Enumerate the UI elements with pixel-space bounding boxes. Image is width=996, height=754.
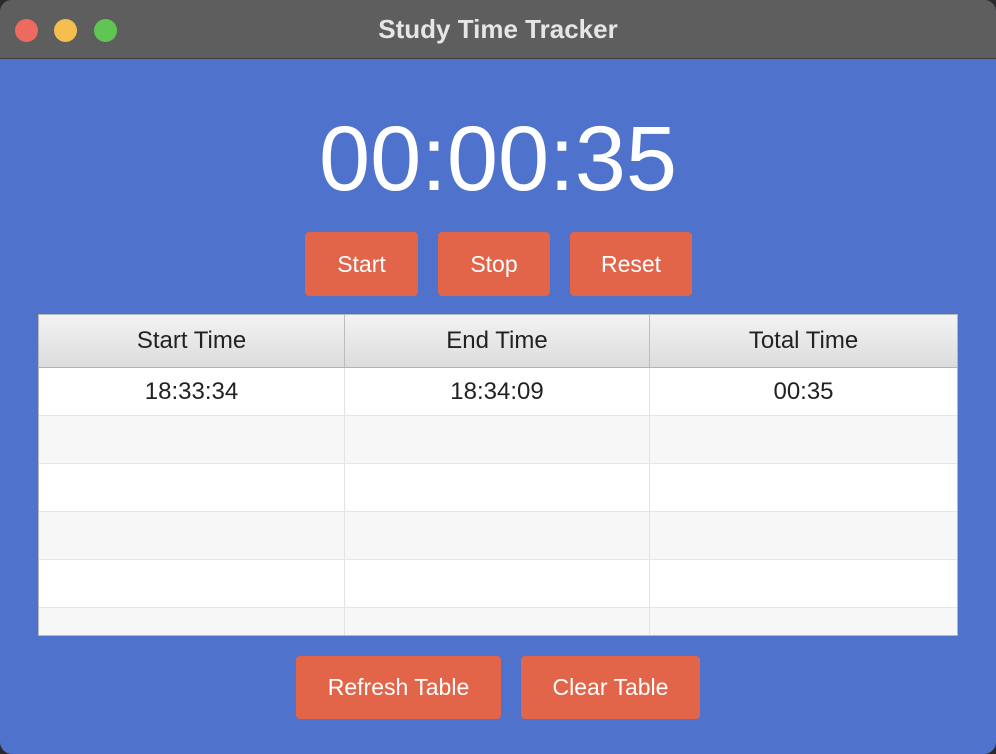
timer-display: 00:00:35 (318, 108, 678, 210)
table-header: Start Time End Time Total Time (39, 315, 957, 368)
column-header-end-time[interactable]: End Time (345, 315, 650, 367)
cell-start-time (39, 560, 345, 607)
cell-total-time (650, 608, 957, 635)
sessions-table: Start Time End Time Total Time 18:33:34 … (38, 314, 958, 636)
cell-total-time (650, 512, 957, 559)
cell-start-time (39, 416, 345, 463)
table-row[interactable] (39, 512, 957, 560)
cell-end-time (345, 416, 650, 463)
title-bar: Study Time Tracker (0, 0, 996, 59)
cell-total-time (650, 464, 957, 511)
window-title: Study Time Tracker (378, 14, 618, 44)
cell-start-time (39, 512, 345, 559)
cell-start-time (39, 464, 345, 511)
refresh-table-button[interactable]: Refresh Table (296, 656, 501, 719)
stop-button[interactable]: Stop (438, 232, 550, 296)
cell-total-time (650, 560, 957, 607)
cell-total-time (650, 416, 957, 463)
column-header-total-time[interactable]: Total Time (650, 315, 957, 367)
cell-start-time (39, 608, 345, 635)
cell-end-time: 18:34:09 (345, 368, 650, 415)
cell-total-time: 00:35 (773, 377, 834, 405)
table-row[interactable]: 18:33:34 18:34:09 00:35 (39, 368, 957, 416)
table-row[interactable] (39, 464, 957, 512)
cell-end-time (345, 608, 650, 635)
cell-start-time: 18:33:34 (39, 368, 345, 415)
cell-end-time (345, 560, 650, 607)
column-header-start-time[interactable]: Start Time (39, 315, 345, 367)
app-window: Study Time Tracker 00:00:35 Start Stop R… (0, 0, 996, 754)
clear-table-button[interactable]: Clear Table (521, 656, 700, 719)
table-row[interactable] (39, 560, 957, 608)
table-row[interactable] (39, 416, 957, 464)
table-body: 18:33:34 18:34:09 00:35 (39, 368, 957, 635)
cell-end-time (345, 512, 650, 559)
cell-end-time (345, 464, 650, 511)
table-row[interactable] (39, 608, 957, 635)
reset-button[interactable]: Reset (570, 232, 692, 296)
start-button[interactable]: Start (305, 232, 418, 296)
